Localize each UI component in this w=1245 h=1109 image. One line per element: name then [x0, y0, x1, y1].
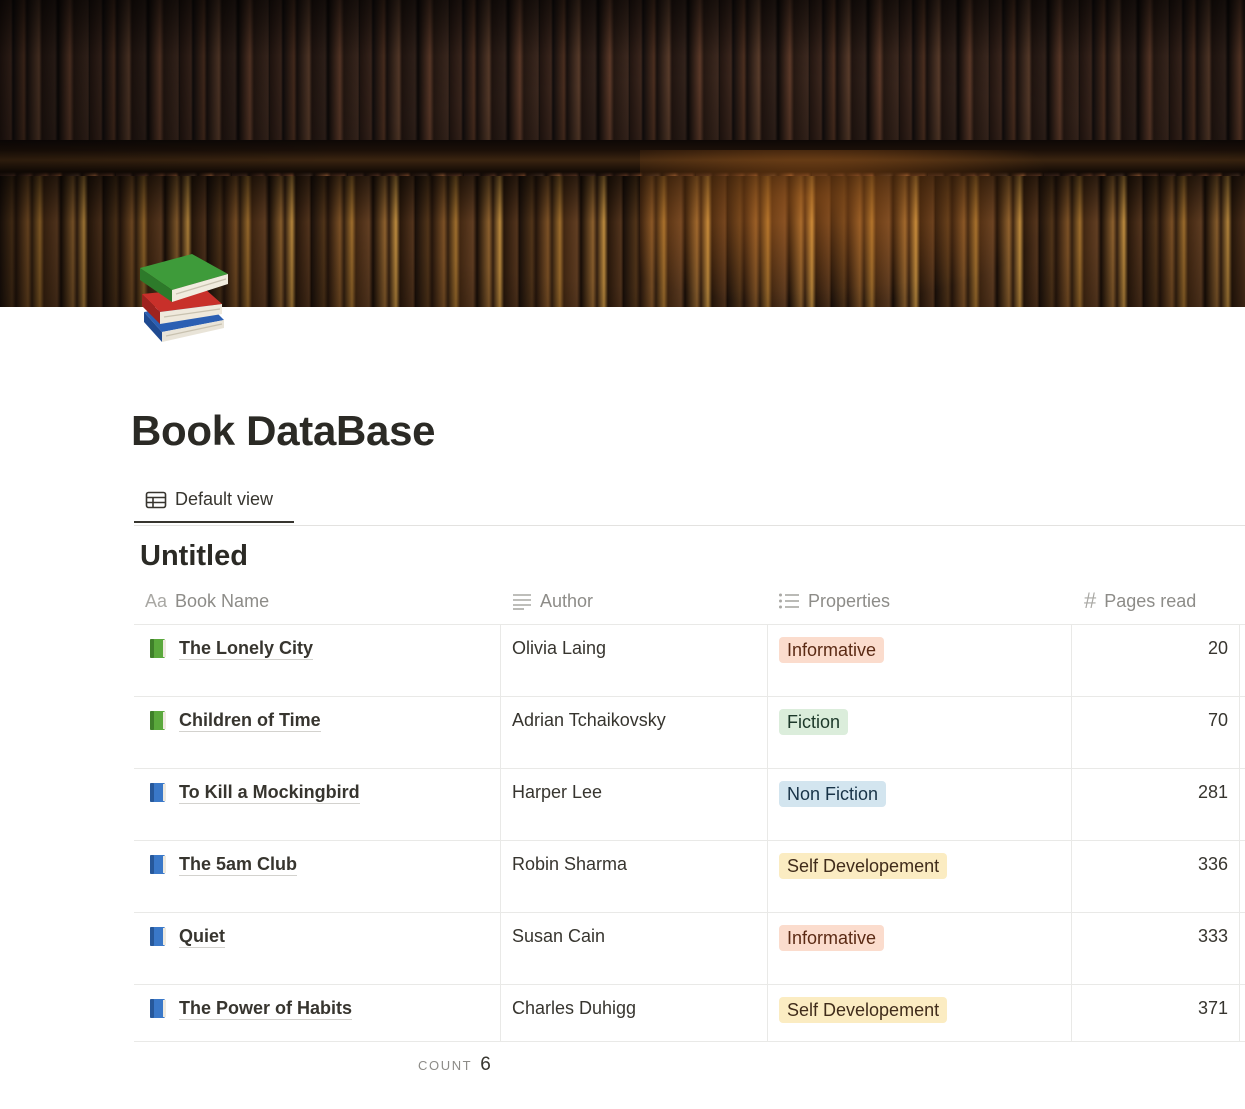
column-divider: [1071, 625, 1072, 696]
pages-read-cell[interactable]: 281: [1198, 769, 1228, 815]
author-cell[interactable]: Olivia Laing: [512, 625, 606, 671]
blue-book-icon: [147, 997, 169, 1019]
column-divider: [767, 697, 768, 768]
book-name-link[interactable]: To Kill a Mockingbird: [179, 781, 360, 804]
database-table: Aa Book Name Author Properties # Pages r…: [134, 578, 1245, 1042]
table-row[interactable]: The Power of Habits Charles Duhigg Self De…: [134, 985, 1245, 1042]
book-name-cell[interactable]: The Power of Habits: [147, 985, 353, 1031]
column-divider: [1071, 841, 1072, 912]
table-icon: [145, 491, 167, 508]
column-divider: [1071, 985, 1072, 1041]
column-label: Author: [540, 590, 594, 611]
blue-book-icon: [147, 781, 169, 803]
book-name-link[interactable]: The Lonely City: [179, 637, 314, 660]
column-label: Properties: [808, 590, 891, 611]
notion-page: Book DataBase Default view Untitled Aa B…: [0, 0, 1245, 1109]
properties-cell[interactable]: Non Fiction: [779, 771, 887, 817]
column-divider: [1071, 769, 1072, 840]
database-title[interactable]: Untitled: [140, 540, 248, 573]
properties-cell[interactable]: Informative: [779, 915, 885, 961]
tab-default-view[interactable]: Default view: [134, 478, 294, 523]
column-divider: [500, 769, 501, 840]
properties-cell[interactable]: Fiction: [779, 699, 849, 745]
column-divider: [500, 625, 501, 696]
property-tag: Informative: [779, 637, 885, 663]
property-tag: Self Developement: [779, 997, 948, 1023]
column-divider: [1239, 985, 1240, 1041]
column-divider: [767, 985, 768, 1041]
table-row[interactable]: To Kill a Mockingbird Harper Lee Non Ficti…: [134, 769, 1245, 841]
table-body: The Lonely City Olivia Laing Informative 20…: [134, 625, 1245, 1042]
author-cell[interactable]: Charles Duhigg: [512, 985, 636, 1031]
blue-book-icon: [147, 925, 169, 947]
table-header: Aa Book Name Author Properties # Pages r…: [134, 578, 1245, 625]
book-name-cell[interactable]: The 5am Club: [147, 841, 298, 887]
table-count[interactable]: COUNT 6: [418, 1054, 491, 1076]
column-header-properties[interactable]: Properties: [778, 578, 890, 624]
count-value: 6: [480, 1054, 491, 1075]
column-label: Book Name: [175, 590, 270, 611]
property-tag: Self Developement: [779, 853, 948, 879]
pages-read-cell[interactable]: 371: [1198, 985, 1228, 1031]
title-property-icon: Aa: [145, 590, 168, 611]
properties-cell[interactable]: Self Developement: [779, 843, 948, 889]
column-divider: [1071, 697, 1072, 768]
book-name-link[interactable]: The 5am Club: [179, 853, 298, 876]
text-lines-icon: [513, 594, 531, 610]
table-row[interactable]: The 5am Club Robin Sharma Self Developemen…: [134, 841, 1245, 913]
property-tag: Fiction: [779, 709, 849, 735]
column-divider: [1239, 697, 1240, 768]
column-divider: [767, 913, 768, 984]
tab-label: Default view: [175, 489, 274, 509]
book-name-link[interactable]: Children of Time: [179, 709, 321, 732]
pages-read-cell[interactable]: 336: [1198, 841, 1228, 887]
column-divider: [1239, 913, 1240, 984]
table-row[interactable]: Quiet Susan Cain Informative 333: [134, 913, 1245, 985]
column-divider: [1239, 769, 1240, 840]
column-divider: [767, 769, 768, 840]
author-cell[interactable]: Harper Lee: [512, 769, 602, 815]
column-label: Pages read: [1104, 590, 1197, 611]
page-title[interactable]: Book DataBase: [131, 407, 436, 455]
column-divider: [767, 625, 768, 696]
book-name-link[interactable]: Quiet: [179, 925, 226, 948]
green-book-icon: [147, 637, 169, 659]
green-book-icon: [147, 709, 169, 731]
pages-read-cell[interactable]: 333: [1198, 913, 1228, 959]
column-divider: [500, 985, 501, 1041]
author-cell[interactable]: Robin Sharma: [512, 841, 627, 887]
book-name-cell[interactable]: Quiet: [147, 913, 226, 959]
column-header-author[interactable]: Author: [512, 578, 593, 624]
properties-cell[interactable]: Self Developement: [779, 987, 948, 1033]
properties-cell[interactable]: Informative: [779, 627, 885, 673]
book-name-link[interactable]: The Power of Habits: [179, 997, 353, 1020]
property-tag: Non Fiction: [779, 781, 887, 807]
column-divider: [767, 841, 768, 912]
column-header-book-name[interactable]: Aa Book Name: [145, 578, 269, 624]
books-stack-icon[interactable]: [136, 250, 232, 350]
column-divider: [1239, 841, 1240, 912]
author-cell[interactable]: Susan Cain: [512, 913, 605, 959]
number-property-icon: #: [1084, 588, 1097, 613]
column-divider: [500, 697, 501, 768]
book-name-cell[interactable]: To Kill a Mockingbird: [147, 769, 360, 815]
pages-read-cell[interactable]: 70: [1208, 697, 1228, 743]
column-divider: [1239, 625, 1240, 696]
bullet-list-icon: [779, 593, 799, 609]
table-row[interactable]: Children of Time Adrian Tchaikovsky Fictio…: [134, 697, 1245, 769]
count-label: COUNT: [418, 1058, 473, 1073]
column-header-pages-read[interactable]: # Pages read: [1084, 578, 1196, 624]
author-cell[interactable]: Adrian Tchaikovsky: [512, 697, 666, 743]
column-divider: [500, 913, 501, 984]
blue-book-icon: [147, 853, 169, 875]
pages-read-cell[interactable]: 20: [1208, 625, 1228, 671]
book-name-cell[interactable]: The Lonely City: [147, 625, 314, 671]
column-divider: [1071, 913, 1072, 984]
table-row[interactable]: The Lonely City Olivia Laing Informative 20: [134, 625, 1245, 697]
column-divider: [500, 841, 501, 912]
view-tabs: Default view: [134, 478, 1245, 526]
book-name-cell[interactable]: Children of Time: [147, 697, 321, 743]
property-tag: Informative: [779, 925, 885, 951]
